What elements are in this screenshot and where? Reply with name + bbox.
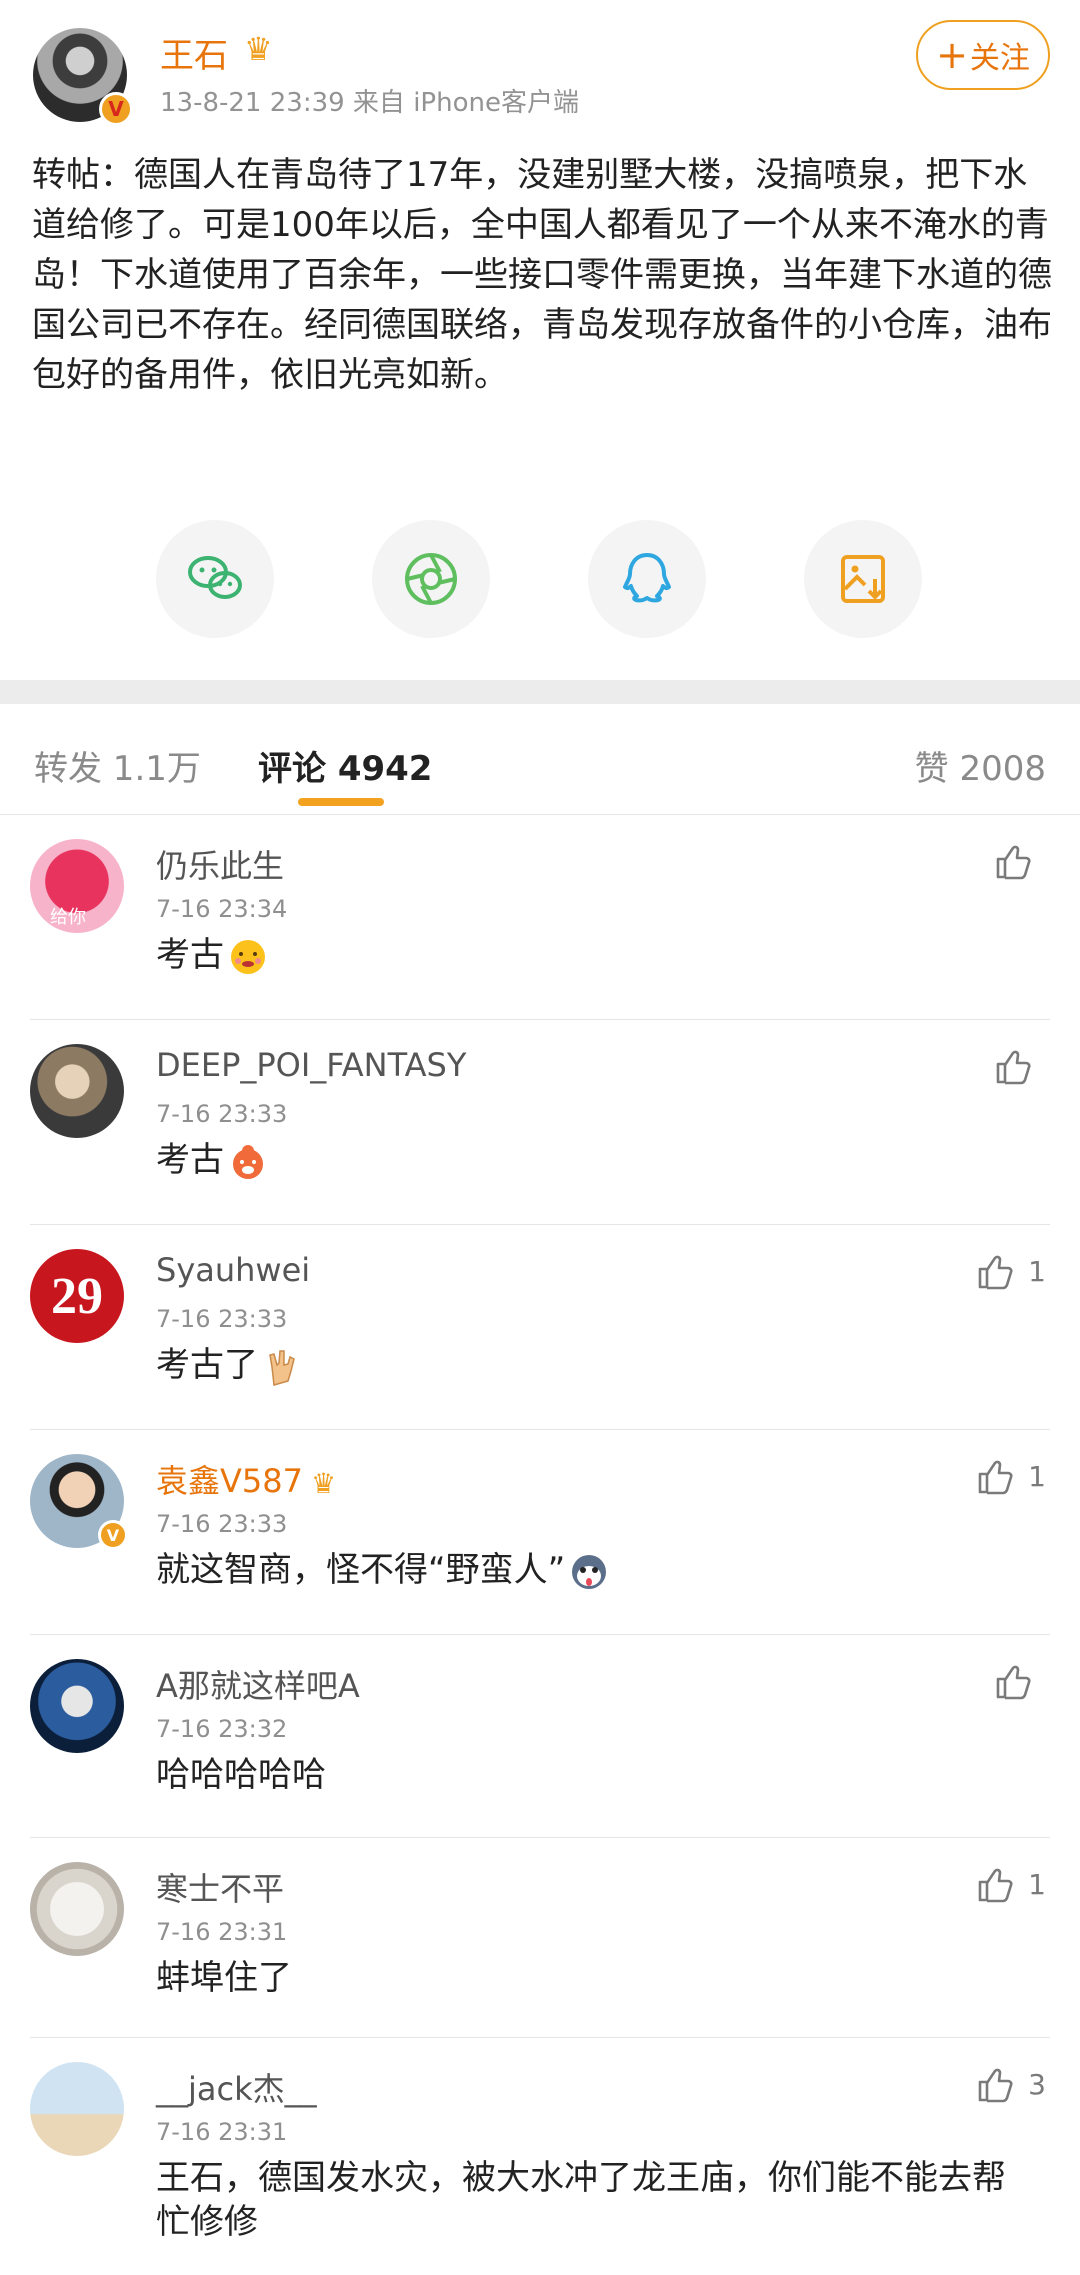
comment-time: 7-16 23:31 xyxy=(156,2118,288,2146)
comment-author[interactable]: 袁鑫V587 ♛ xyxy=(156,1456,336,1502)
comment-text: 考古了 xyxy=(156,1343,1036,1387)
comment-text: 考古 xyxy=(156,933,1036,977)
comment-item: 寒士不平 7-16 23:31 蚌埠住了 1 xyxy=(0,1838,1080,2038)
plus-icon: + xyxy=(936,33,968,77)
avatar-caption: 给你 xyxy=(50,907,86,928)
comment-item: 29 Syauhwei 7-16 23:33 考古了 1 xyxy=(0,1225,1080,1430)
comment-text: 蚌埠住了 xyxy=(156,1958,292,1998)
thumbs-up-icon xyxy=(978,2068,1013,2103)
comment-text: 就这智商，怪不得“野蛮人” xyxy=(156,1548,1036,1592)
shy-face-emoji-icon xyxy=(231,939,265,974)
like-button[interactable] xyxy=(992,1046,1046,1086)
tab-bar: 转发 1.1万 评论 4942 赞 2008 xyxy=(0,706,1080,815)
avatar-number: 29 xyxy=(51,1267,103,1325)
follow-button[interactable]: + 关注 xyxy=(916,20,1050,90)
follow-label: 关注 xyxy=(969,41,1030,76)
share-save-image-button[interactable] xyxy=(804,520,922,638)
tab-likes[interactable]: 赞 2008 xyxy=(915,741,1046,790)
thumbs-up-icon xyxy=(978,1255,1013,1290)
wechat-icon xyxy=(188,556,242,599)
comment-author[interactable]: Syauhwei xyxy=(156,1251,310,1289)
share-qq-button[interactable] xyxy=(588,520,706,638)
section-divider xyxy=(0,680,1080,704)
comment-author[interactable]: DEEP_POI_FANTASY xyxy=(156,1046,466,1084)
tab-repost[interactable]: 转发 1.1万 xyxy=(34,741,201,790)
husky-face-emoji-icon xyxy=(572,1554,607,1589)
comment-time: 7-16 23:31 xyxy=(156,1918,288,1946)
share-wechat-button[interactable] xyxy=(156,520,274,638)
like-count: 1 xyxy=(1028,1867,1046,1901)
like-button[interactable]: 3 xyxy=(974,2064,1046,2104)
comment-text: 考古 xyxy=(156,1138,1036,1182)
post-meta: 13-8-21 23:39 来自 iPhone客户端 xyxy=(160,88,579,118)
comment-author[interactable]: A那就这样吧A xyxy=(156,1661,360,1707)
comment-avatar[interactable]: 给你 xyxy=(30,839,124,933)
comment-avatar[interactable] xyxy=(30,1862,124,1956)
thumbs-up-icon xyxy=(978,1460,1013,1495)
share-row xyxy=(0,520,1080,640)
tab-comments[interactable]: 评论 4942 xyxy=(258,741,432,790)
tab-indicator xyxy=(298,798,384,806)
comment-avatar[interactable]: 29 xyxy=(30,1249,124,1343)
crown-icon: ♛ xyxy=(244,30,273,68)
comment-time: 7-16 23:32 xyxy=(156,1715,288,1743)
comment-text: 王石，德国发水灾，被大水冲了龙王庙，你们能不能去帮忙修修 xyxy=(156,2158,1006,2242)
like-button[interactable]: 1 xyxy=(974,1251,1046,1291)
comment-time: 7-16 23:33 xyxy=(156,1100,288,1128)
comment-author[interactable]: 仍乐此生 xyxy=(156,841,284,887)
comment-avatar[interactable] xyxy=(30,2062,124,2156)
author-name[interactable]: 王石 xyxy=(160,28,228,77)
comment-item: A那就这样吧A 7-16 23:32 哈哈哈哈哈 xyxy=(0,1635,1080,1838)
like-button[interactable]: 1 xyxy=(974,1456,1046,1496)
thumbs-up-icon xyxy=(996,845,1031,880)
comment-avatar[interactable] xyxy=(30,1659,124,1753)
verified-badge-icon: V xyxy=(98,1520,128,1550)
comment-time: 7-16 23:34 xyxy=(156,895,288,923)
like-button[interactable] xyxy=(992,841,1046,881)
save-image-icon xyxy=(841,555,885,603)
comment-item: 给你 仍乐此生 7-16 23:34 考古 xyxy=(0,815,1080,1020)
comment-author[interactable]: __jack杰__ xyxy=(156,2064,317,2110)
like-button[interactable] xyxy=(992,1661,1046,1701)
comment-avatar[interactable]: V xyxy=(30,1454,128,1550)
laughing-sticker-emoji-icon xyxy=(233,1144,263,1179)
qq-icon xyxy=(623,553,671,603)
comment-avatar[interactable] xyxy=(30,1044,124,1138)
thumbs-up-icon xyxy=(996,1665,1031,1700)
verified-badge-icon: V xyxy=(99,92,133,126)
comment-item: DEEP_POI_FANTASY 7-16 23:33 考古 xyxy=(0,1020,1080,1225)
comment-item: V 袁鑫V587 ♛ 7-16 23:33 就这智商，怪不得“野蛮人” 1 xyxy=(0,1430,1080,1635)
post-header: V 王石 ♛ 13-8-21 23:39 来自 iPhone客户端 + 关注 xyxy=(0,0,1080,140)
like-count: 1 xyxy=(1028,1459,1046,1493)
crown-icon: ♛ xyxy=(310,1466,337,1500)
thumbs-up-icon xyxy=(978,1868,1013,1903)
comment-time: 7-16 23:33 xyxy=(156,1305,288,1333)
like-button[interactable]: 1 xyxy=(974,1864,1046,1904)
thumbs-up-icon xyxy=(996,1050,1031,1085)
share-moments-button[interactable] xyxy=(372,520,490,638)
author-avatar[interactable]: V xyxy=(33,28,133,126)
like-count: 3 xyxy=(1028,2067,1046,2101)
comment-item: __jack杰__ 7-16 23:31 王石，德国发水灾，被大水冲了龙王庙，你… xyxy=(0,2038,1080,2275)
moments-icon xyxy=(405,553,457,605)
comment-time: 7-16 23:33 xyxy=(156,1510,288,1538)
comment-author[interactable]: 寒士不平 xyxy=(156,1864,284,1910)
rock-hand-emoji-icon xyxy=(269,1349,295,1386)
like-count: 1 xyxy=(1028,1254,1046,1288)
comment-text: 哈哈哈哈哈 xyxy=(156,1755,326,1795)
post-text: 转帖：德国人在青岛待了17年，没建别墅大楼，没搞喷泉，把下水道给修了。可是100… xyxy=(32,155,1052,395)
